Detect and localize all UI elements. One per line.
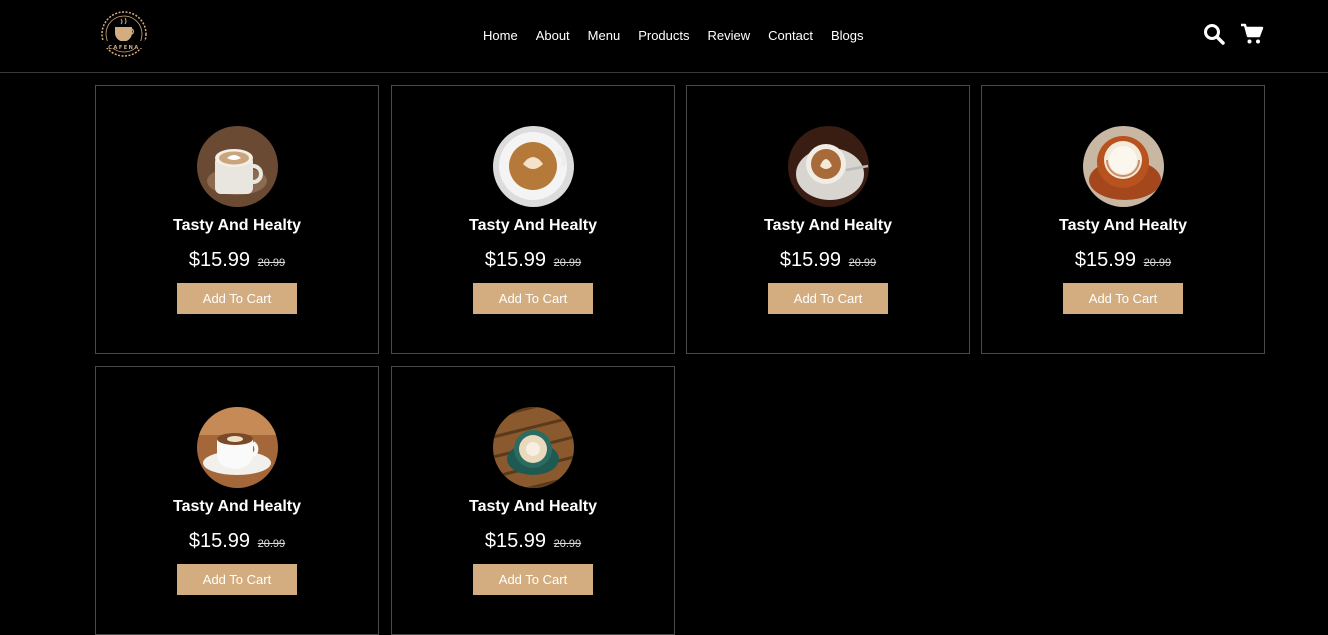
add-to-cart-button[interactable]: Add To Cart bbox=[768, 283, 888, 314]
add-to-cart-button[interactable]: Add To Cart bbox=[473, 564, 593, 595]
nav-blogs[interactable]: Blogs bbox=[831, 27, 864, 45]
product-card: Tasty And Healty $15.99 20.99 Add To Car… bbox=[95, 85, 379, 354]
product-title: Tasty And Healty bbox=[172, 217, 302, 234]
nav-products[interactable]: Products bbox=[638, 27, 689, 45]
nav-review[interactable]: Review bbox=[708, 27, 751, 45]
add-to-cart-button[interactable]: Add To Cart bbox=[473, 283, 593, 314]
site-header: CAFENA Home About Menu Products Review C… bbox=[0, 0, 1328, 73]
product-image[interactable] bbox=[493, 126, 574, 207]
current-price: $15.99 bbox=[779, 249, 842, 271]
nav-home[interactable]: Home bbox=[483, 27, 518, 45]
product-image[interactable] bbox=[1083, 126, 1164, 207]
product-price: $15.99 20.99 bbox=[96, 248, 378, 275]
search-icon[interactable] bbox=[1202, 22, 1226, 46]
product-card: Tasty And Healty $15.99 20.99 Add To Car… bbox=[981, 85, 1265, 354]
product-card: Tasty And Healty $15.99 20.99 Add To Car… bbox=[686, 85, 970, 354]
product-title: Tasty And Healty bbox=[1058, 217, 1188, 234]
main-nav: Home About Menu Products Review Contact … bbox=[474, 27, 872, 45]
product-price: $15.99 20.99 bbox=[687, 248, 969, 275]
product-price: $15.99 20.99 bbox=[392, 248, 674, 275]
old-price: 20.99 bbox=[257, 257, 286, 269]
old-price: 20.99 bbox=[257, 538, 286, 550]
product-image[interactable] bbox=[197, 407, 278, 488]
product-title: Tasty And Healty bbox=[468, 217, 598, 234]
old-price: 20.99 bbox=[553, 257, 582, 269]
product-title: Tasty And Healty bbox=[468, 498, 598, 515]
current-price: $15.99 bbox=[484, 249, 547, 271]
current-price: $15.99 bbox=[188, 249, 251, 271]
cafena-logo[interactable]: CAFENA bbox=[94, 10, 154, 60]
logo-text: CAFENA bbox=[108, 45, 140, 51]
nav-contact[interactable]: Contact bbox=[768, 27, 813, 45]
current-price: $15.99 bbox=[1074, 249, 1137, 271]
product-price: $15.99 20.99 bbox=[392, 529, 674, 556]
product-image[interactable] bbox=[197, 126, 278, 207]
product-image[interactable] bbox=[788, 126, 869, 207]
add-to-cart-button[interactable]: Add To Cart bbox=[1063, 283, 1183, 314]
old-price: 20.99 bbox=[1143, 257, 1172, 269]
current-price: $15.99 bbox=[484, 530, 547, 552]
product-card: Tasty And Healty $15.99 20.99 Add To Car… bbox=[391, 366, 675, 635]
nav-menu[interactable]: Menu bbox=[588, 27, 621, 45]
product-title: Tasty And Healty bbox=[172, 498, 302, 515]
product-price: $15.99 20.99 bbox=[982, 248, 1264, 275]
add-to-cart-button[interactable]: Add To Cart bbox=[177, 283, 297, 314]
header-icons bbox=[1202, 22, 1264, 48]
cart-icon[interactable] bbox=[1240, 22, 1264, 46]
product-card: Tasty And Healty $15.99 20.99 Add To Car… bbox=[95, 366, 379, 635]
old-price: 20.99 bbox=[848, 257, 877, 269]
product-card: Tasty And Healty $15.99 20.99 Add To Car… bbox=[391, 85, 675, 354]
coffee-cup-logo-icon bbox=[101, 11, 147, 57]
product-title: Tasty And Healty bbox=[763, 217, 893, 234]
old-price: 20.99 bbox=[553, 538, 582, 550]
nav-about[interactable]: About bbox=[536, 27, 570, 45]
product-price: $15.99 20.99 bbox=[96, 529, 378, 556]
product-image[interactable] bbox=[493, 407, 574, 488]
add-to-cart-button[interactable]: Add To Cart bbox=[177, 564, 297, 595]
current-price: $15.99 bbox=[188, 530, 251, 552]
